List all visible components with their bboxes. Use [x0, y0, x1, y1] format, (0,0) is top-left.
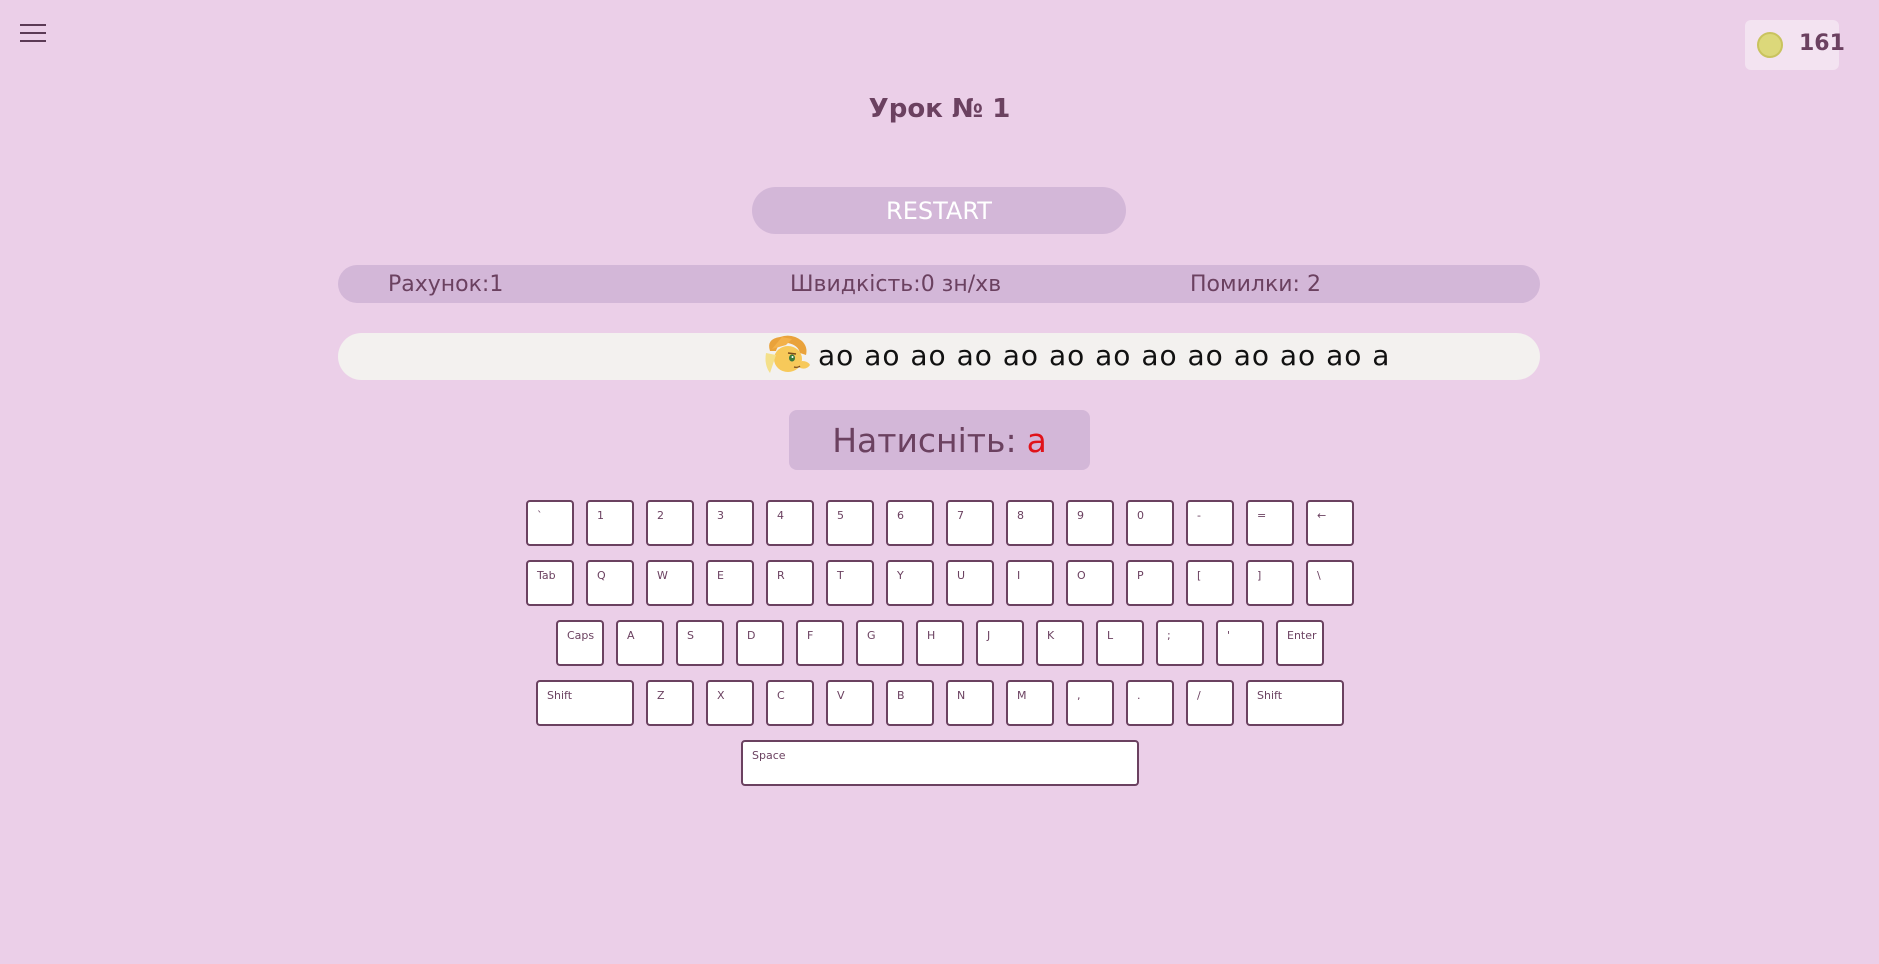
key-sym92[interactable]: \: [1306, 560, 1354, 606]
key-7[interactable]: 7: [946, 500, 994, 546]
key-sym96[interactable]: `: [526, 500, 574, 546]
speed-stat: Швидкість:0 зн/хв: [790, 272, 1002, 297]
key-sym59[interactable]: ;: [1156, 620, 1204, 666]
key-l[interactable]: L: [1096, 620, 1144, 666]
key-sym61[interactable]: =: [1246, 500, 1294, 546]
key-sym93[interactable]: ]: [1246, 560, 1294, 606]
key-shift-left[interactable]: Shift: [536, 680, 634, 726]
key-caps[interactable]: Caps: [556, 620, 604, 666]
key-sym45[interactable]: -: [1186, 500, 1234, 546]
key-d[interactable]: D: [736, 620, 784, 666]
key-sym46[interactable]: .: [1126, 680, 1174, 726]
key-e[interactable]: E: [706, 560, 754, 606]
key-shift-right[interactable]: Shift: [1246, 680, 1344, 726]
key-i[interactable]: I: [1006, 560, 1054, 606]
key-6[interactable]: 6: [886, 500, 934, 546]
key-s[interactable]: S: [676, 620, 724, 666]
coin-icon: [1757, 32, 1783, 58]
stats-bar: Рахунок:1 Швидкість:0 зн/хв Помилки: 2: [338, 265, 1540, 303]
key-r[interactable]: R: [766, 560, 814, 606]
errors-stat: Помилки: 2: [1190, 272, 1321, 297]
typing-track: ao ao ao ao ao ao ao ao ao ao ao ao a: [338, 333, 1540, 380]
key-sym47[interactable]: /: [1186, 680, 1234, 726]
key-p[interactable]: P: [1126, 560, 1174, 606]
key-3[interactable]: 3: [706, 500, 754, 546]
hamburger-menu-icon[interactable]: [20, 22, 46, 44]
key-y[interactable]: Y: [886, 560, 934, 606]
key-j[interactable]: J: [976, 620, 1024, 666]
press-prompt: Натисніть: a: [789, 410, 1090, 470]
key-a[interactable]: A: [616, 620, 664, 666]
key-sym91[interactable]: [: [1186, 560, 1234, 606]
key-sym44[interactable]: ,: [1066, 680, 1114, 726]
key-tab[interactable]: Tab: [526, 560, 574, 606]
key-sym39[interactable]: ': [1216, 620, 1264, 666]
key-w[interactable]: W: [646, 560, 694, 606]
coin-balance: 161: [1745, 20, 1845, 70]
key-k[interactable]: K: [1036, 620, 1084, 666]
key-enter[interactable]: Enter: [1276, 620, 1324, 666]
key-o[interactable]: O: [1066, 560, 1114, 606]
key-x[interactable]: X: [706, 680, 754, 726]
prompt-target-key: a: [1026, 420, 1047, 460]
key-c[interactable]: C: [766, 680, 814, 726]
page-title: Урок № 1: [868, 94, 1011, 124]
key-f[interactable]: F: [796, 620, 844, 666]
key-4[interactable]: 4: [766, 500, 814, 546]
key-m[interactable]: M: [1006, 680, 1054, 726]
key-1[interactable]: 1: [586, 500, 634, 546]
score-stat: Рахунок:1: [388, 272, 504, 297]
typing-text: ao ao ao ao ao ao ao ao ao ao ao ao a: [818, 339, 1391, 372]
key-2[interactable]: 2: [646, 500, 694, 546]
key-z[interactable]: Z: [646, 680, 694, 726]
key-n[interactable]: N: [946, 680, 994, 726]
key-9[interactable]: 9: [1066, 500, 1114, 546]
key-g[interactable]: G: [856, 620, 904, 666]
pony-character-icon: [765, 335, 810, 373]
prompt-label: Натисніть:: [832, 420, 1017, 460]
key-v[interactable]: V: [826, 680, 874, 726]
key-q[interactable]: Q: [586, 560, 634, 606]
key-h[interactable]: H: [916, 620, 964, 666]
key-b[interactable]: B: [886, 680, 934, 726]
coin-count: 161: [1799, 31, 1845, 56]
key-space[interactable]: Space: [741, 740, 1139, 786]
key-0[interactable]: 0: [1126, 500, 1174, 546]
key-sym8592[interactable]: ←: [1306, 500, 1354, 546]
key-8[interactable]: 8: [1006, 500, 1054, 546]
key-t[interactable]: T: [826, 560, 874, 606]
key-5[interactable]: 5: [826, 500, 874, 546]
restart-button[interactable]: RESTART: [752, 187, 1126, 234]
key-u[interactable]: U: [946, 560, 994, 606]
virtual-keyboard: ` 1 2 3 4 5 6 7 8 9 0- = ← Tab Q W E R T Y U I O P [] \ Caps A S D F G H…: [0, 0, 1879, 964]
